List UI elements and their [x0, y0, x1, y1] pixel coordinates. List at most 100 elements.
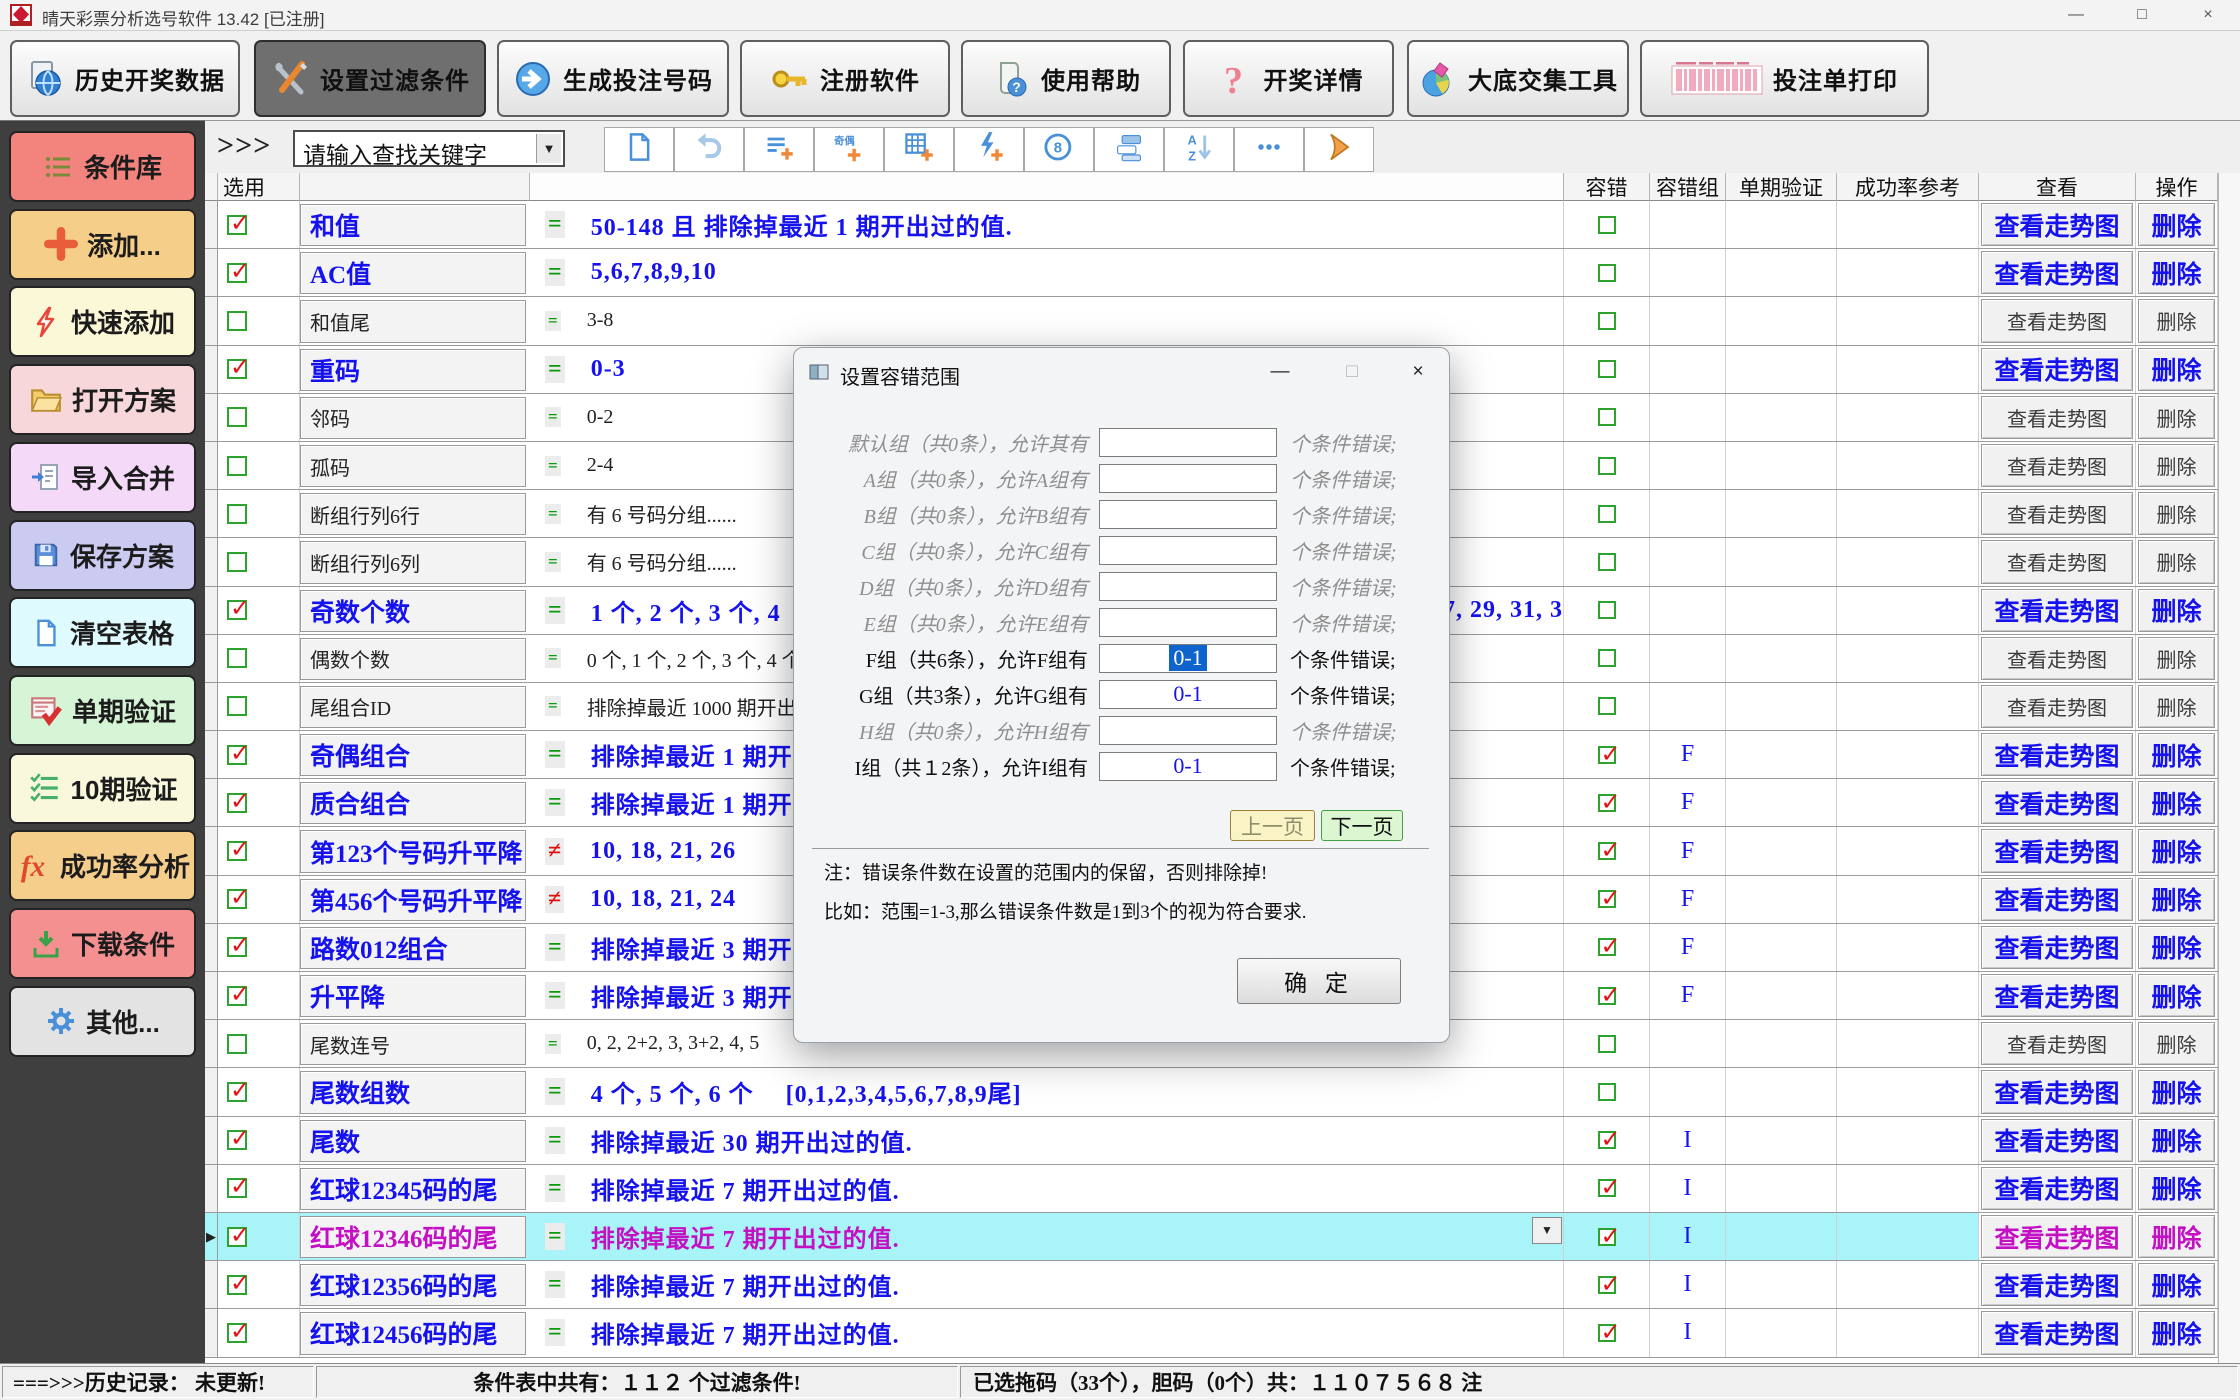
sidebar-item-gear-icon[interactable]: 其他... [9, 986, 196, 1057]
mini-toolbar-button-odd-even-add-icon[interactable]: 奇偶 [814, 127, 884, 172]
sidebar-item-success-rate-icon[interactable]: fx成功率分析 [9, 830, 196, 901]
condition-name-button[interactable]: 尾组合ID [300, 686, 526, 728]
tolerance-checkbox[interactable] [1598, 360, 1616, 378]
tolerance-checkbox[interactable] [1598, 264, 1616, 282]
view-trend-button[interactable]: 查看走势图 [1981, 685, 2133, 728]
view-trend-button[interactable]: 查看走势图 [1981, 1070, 2133, 1113]
view-trend-button[interactable]: 查看走势图 [1981, 444, 2133, 487]
mini-toolbar-button-add-condition-icon[interactable] [744, 127, 814, 172]
view-trend-button[interactable]: 查看走势图 [1981, 1167, 2133, 1210]
view-trend-button[interactable]: 查看走势图 [1981, 1022, 2133, 1065]
tolerance-checkbox[interactable] [1598, 505, 1616, 523]
sidebar-item-download-conditions-icon[interactable]: 下载条件 [9, 908, 196, 979]
sidebar-item-single-verify-icon[interactable]: 单期验证 [9, 675, 196, 746]
group-error-count-input[interactable]: 0-1 [1099, 752, 1277, 781]
condition-name-button[interactable]: 断组行列6行 [300, 493, 526, 535]
sidebar-item-add-plus-icon[interactable]: 添加... [9, 209, 196, 280]
delete-button[interactable]: 删除 [2138, 1167, 2215, 1210]
group-error-count-input[interactable]: 0-1 [1099, 644, 1277, 673]
tolerance-checkbox[interactable] [1598, 1083, 1616, 1101]
mini-toolbar-button-calculator-add-icon[interactable] [884, 127, 954, 172]
tolerance-checkbox[interactable] [1598, 1228, 1616, 1246]
toolbar-button-print-ticket-icon[interactable]: 投注单打印 [1640, 40, 1929, 117]
condition-name-button[interactable]: 尾数组数 [300, 1071, 526, 1113]
view-trend-button[interactable]: 查看走势图 [1981, 781, 2133, 824]
row-select-checkbox[interactable] [227, 359, 247, 379]
tolerance-checkbox[interactable] [1598, 842, 1616, 860]
delete-button[interactable]: 删除 [2138, 1119, 2215, 1162]
view-trend-button[interactable]: 查看走势图 [1981, 251, 2133, 294]
next-page-button[interactable]: 下一页 [1321, 810, 1403, 841]
tolerance-checkbox[interactable] [1598, 1131, 1616, 1149]
view-trend-button[interactable]: 查看走势图 [1981, 1215, 2133, 1258]
view-trend-button[interactable]: 查看走势图 [1981, 926, 2133, 969]
condition-name-button[interactable]: 奇数个数 [300, 590, 526, 632]
condition-name-button[interactable]: 路数012组合 [300, 927, 526, 969]
condition-name-button[interactable]: 偶数个数 [300, 638, 526, 680]
sidebar-item-clear-table-icon[interactable]: 清空表格 [9, 597, 196, 668]
view-trend-button[interactable]: 查看走势图 [1981, 492, 2133, 535]
tolerance-checkbox[interactable] [1598, 216, 1616, 234]
toolbar-button-key-icon[interactable]: 注册软件 [740, 40, 950, 117]
row-select-checkbox[interactable] [227, 696, 247, 716]
tolerance-checkbox[interactable] [1598, 890, 1616, 908]
condition-name-button[interactable]: 红球12356码的尾 [300, 1264, 526, 1306]
tolerance-checkbox[interactable] [1598, 1324, 1616, 1342]
delete-button[interactable]: 删除 [2138, 685, 2215, 728]
row-select-checkbox[interactable] [227, 1227, 247, 1247]
tolerance-checkbox[interactable] [1598, 457, 1616, 475]
row-select-checkbox[interactable] [227, 1034, 247, 1054]
mini-toolbar-button-ball-8-icon[interactable]: 8 [1024, 127, 1094, 172]
row-select-checkbox[interactable] [227, 1275, 247, 1295]
group-error-count-input[interactable]: 0-1 [1099, 680, 1277, 709]
row-select-checkbox[interactable] [227, 1178, 247, 1198]
delete-button[interactable]: 删除 [2138, 348, 2215, 391]
row-select-checkbox[interactable] [227, 889, 247, 909]
tolerance-checkbox[interactable] [1598, 938, 1616, 956]
mini-toolbar-button-run-icon[interactable] [1304, 127, 1374, 172]
condition-name-button[interactable]: 红球12346码的尾 [300, 1216, 526, 1258]
row-select-checkbox[interactable] [227, 937, 247, 957]
collapse-chevrons[interactable]: >>> [217, 129, 271, 163]
delete-button[interactable]: 删除 [2138, 733, 2215, 776]
delete-button[interactable]: 删除 [2138, 637, 2215, 680]
window-maximize-button[interactable]: □ [2110, 0, 2174, 30]
tolerance-checkbox[interactable] [1598, 697, 1616, 715]
window-minimize-button[interactable]: — [2044, 0, 2108, 30]
row-select-checkbox[interactable] [227, 1130, 247, 1150]
view-trend-button[interactable]: 查看走势图 [1981, 829, 2133, 872]
tolerance-checkbox[interactable] [1598, 794, 1616, 812]
view-trend-button[interactable]: 查看走势图 [1981, 203, 2133, 246]
view-trend-button[interactable]: 查看走势图 [1981, 540, 2133, 583]
sidebar-item-save-floppy-icon[interactable]: 保存方案 [9, 520, 196, 591]
sidebar-item-ten-verify-icon[interactable]: 10期验证 [9, 753, 196, 824]
vertical-scrollbar[interactable] [2218, 173, 2240, 1364]
condition-name-button[interactable]: AC值 [300, 252, 526, 294]
delete-button[interactable]: 删除 [2138, 1022, 2215, 1065]
group-error-count-input[interactable] [1099, 500, 1277, 529]
condition-name-button[interactable]: 和值尾 [300, 300, 526, 342]
delete-button[interactable]: 删除 [2138, 974, 2215, 1017]
toolbar-button-filter-settings-icon[interactable]: 设置过滤条件 [254, 40, 486, 117]
row-select-checkbox[interactable] [227, 986, 247, 1006]
view-trend-button[interactable]: 查看走势图 [1981, 396, 2133, 439]
sidebar-item-import-merge-icon[interactable]: 导入合并 [9, 442, 196, 513]
view-trend-button[interactable]: 查看走势图 [1981, 974, 2133, 1017]
tolerance-checkbox[interactable] [1598, 553, 1616, 571]
group-error-count-input[interactable] [1099, 536, 1277, 565]
view-trend-button[interactable]: 查看走势图 [1981, 589, 2133, 632]
condition-name-button[interactable]: 尾数 [300, 1120, 526, 1162]
condition-name-button[interactable]: 质合组合 [300, 782, 526, 824]
row-select-checkbox[interactable] [227, 1323, 247, 1343]
search-combobox[interactable]: 请输入查找关键字 ▼ [293, 130, 565, 167]
delete-button[interactable]: 删除 [2138, 396, 2215, 439]
ok-button[interactable]: 确 定 [1237, 958, 1401, 1004]
row-select-checkbox[interactable] [227, 263, 247, 283]
tolerance-checkbox[interactable] [1598, 312, 1616, 330]
delete-button[interactable]: 删除 [2138, 781, 2215, 824]
mini-toolbar-button-more-icon[interactable] [1234, 127, 1304, 172]
toolbar-button-generate-numbers-icon[interactable]: 生成投注号码 [497, 40, 729, 117]
delete-button[interactable]: 删除 [2138, 251, 2215, 294]
mini-toolbar-button-undo-icon[interactable] [674, 127, 744, 172]
tolerance-checkbox[interactable] [1598, 987, 1616, 1005]
